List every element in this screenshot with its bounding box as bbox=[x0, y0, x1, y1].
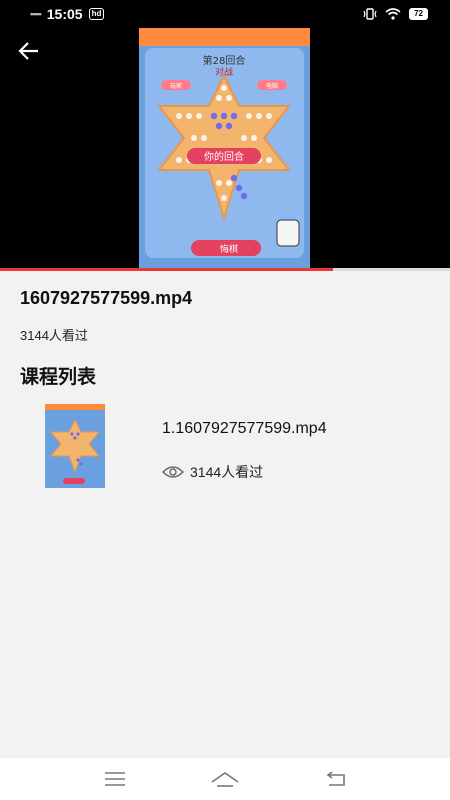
nav-menu-button[interactable] bbox=[95, 764, 135, 794]
status-left: ••••• 15:05 hd bbox=[30, 6, 105, 22]
video-round-text: 第28回合 bbox=[203, 54, 246, 67]
back-button[interactable] bbox=[18, 40, 44, 66]
video-title: 1607927577599.mp4 bbox=[20, 288, 193, 308]
vibrate-icon bbox=[363, 8, 377, 20]
nav-home-button[interactable] bbox=[205, 764, 245, 794]
status-bar: ••••• 15:05 hd 72 bbox=[0, 0, 450, 28]
back-arrow-icon bbox=[18, 42, 38, 60]
system-nav-bar bbox=[0, 758, 450, 800]
course-item-views-label: 3144人看过 bbox=[190, 464, 264, 480]
menu-icon bbox=[105, 772, 125, 786]
course-list-item[interactable]: 1.1607927577599.mp4 3144人看过 bbox=[0, 400, 450, 492]
video-progress-bar[interactable] bbox=[0, 268, 450, 271]
wifi-icon bbox=[385, 8, 401, 20]
course-item-title: 1.1607927577599.mp4 bbox=[162, 420, 327, 437]
video-computer-label: 电脑 bbox=[266, 82, 278, 90]
status-right: 72 bbox=[363, 8, 428, 20]
back-icon bbox=[326, 771, 345, 786]
battery-indicator: 72 bbox=[409, 8, 428, 20]
video-frame: 你的回合 第28回合 对战 玩家 电脑 悔棋 bbox=[139, 28, 310, 268]
signal-dots-icon: ••••• bbox=[30, 9, 42, 19]
course-list-heading: 课程列表 bbox=[20, 367, 97, 388]
eye-icon bbox=[162, 466, 184, 478]
nav-back-button[interactable] bbox=[315, 764, 355, 794]
video-player[interactable]: 你的回合 第28回合 对战 玩家 电脑 悔棋 bbox=[0, 28, 450, 268]
course-item-views: 3144人看过 bbox=[162, 462, 263, 482]
video-game-frame: 你的回合 第28回合 对战 玩家 电脑 悔棋 bbox=[139, 28, 310, 268]
course-thumbnail-image bbox=[45, 404, 105, 488]
video-player-label: 玩家 bbox=[170, 82, 182, 90]
home-icon bbox=[211, 772, 239, 787]
video-turn-text: 你的回合 bbox=[204, 150, 244, 163]
status-time: 15:05 bbox=[46, 6, 83, 22]
video-view-count: 3144人看过 bbox=[20, 328, 88, 343]
video-progress-fill bbox=[0, 268, 333, 271]
hd-badge: hd bbox=[88, 8, 105, 20]
video-button-text: 悔棋 bbox=[220, 243, 238, 255]
video-subtitle-text: 对战 bbox=[215, 66, 233, 78]
course-thumbnail bbox=[45, 404, 105, 488]
